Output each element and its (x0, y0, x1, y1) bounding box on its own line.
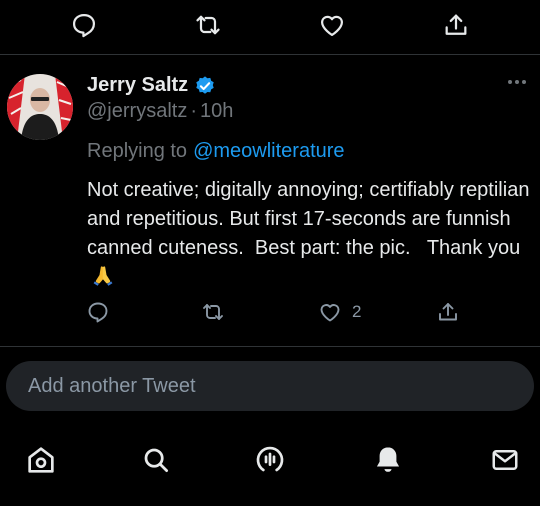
share-icon (439, 303, 457, 321)
replying-to-mention[interactable]: @meowliterature (193, 140, 344, 163)
share-icon (445, 14, 467, 35)
notifications-icon (376, 447, 400, 472)
tweet-reply-button[interactable] (86, 300, 110, 324)
retweet-icon (196, 15, 220, 35)
retweet-button[interactable] (188, 5, 228, 45)
replying-to: Replying to @meowliterature (87, 140, 345, 163)
like-icon (320, 15, 344, 37)
verified-badge-icon (194, 75, 216, 97)
tweet-like-button[interactable]: 2 (318, 300, 361, 324)
nav-messages[interactable] (485, 440, 525, 480)
avatar[interactable] (7, 74, 73, 140)
replying-to-label: Replying to (87, 140, 188, 162)
author-handle[interactable]: @jerrysaltz (87, 100, 187, 123)
tweet-share-button[interactable] (436, 300, 460, 324)
tweet-timestamp[interactable]: 10h (200, 100, 233, 123)
nav-spaces[interactable] (250, 440, 290, 480)
messages-icon (492, 450, 518, 470)
share-button[interactable] (436, 5, 476, 45)
add-tweet-input[interactable] (26, 373, 534, 399)
like-count: 2 (352, 302, 362, 321)
reply-icon (72, 13, 96, 38)
divider (0, 346, 540, 347)
tweet-retweet-button[interactable] (200, 300, 226, 324)
reply-button[interactable] (64, 5, 104, 45)
nav-home[interactable] (21, 440, 61, 480)
author-meta: @jerrysaltz · 10h (87, 100, 233, 123)
reply-icon (88, 302, 108, 323)
tweet-action-bar: 2 (86, 300, 466, 328)
author-display-name[interactable]: Jerry Saltz (87, 74, 188, 97)
nav-search[interactable] (136, 440, 176, 480)
top-action-bar (0, 0, 540, 50)
spaces-icon (256, 446, 284, 472)
meta-separator: · (190, 100, 197, 122)
nav-notifications[interactable] (368, 440, 408, 480)
home-icon (28, 447, 54, 473)
like-icon (320, 304, 340, 322)
bottom-nav (0, 430, 540, 490)
like-button[interactable] (312, 5, 352, 45)
search-icon (144, 448, 168, 472)
folded-hands-icon (91, 263, 115, 287)
avatar-image (7, 74, 73, 140)
retweet-icon (203, 304, 223, 320)
tweet-body: Not creative; digitally annoying; certif… (87, 179, 536, 259)
author-row: Jerry Saltz (87, 74, 216, 97)
compose-bar (6, 361, 534, 411)
more-options-icon[interactable] (508, 80, 526, 84)
divider (0, 54, 540, 55)
tweet-text: Not creative; digitally annoying; certif… (87, 176, 537, 293)
